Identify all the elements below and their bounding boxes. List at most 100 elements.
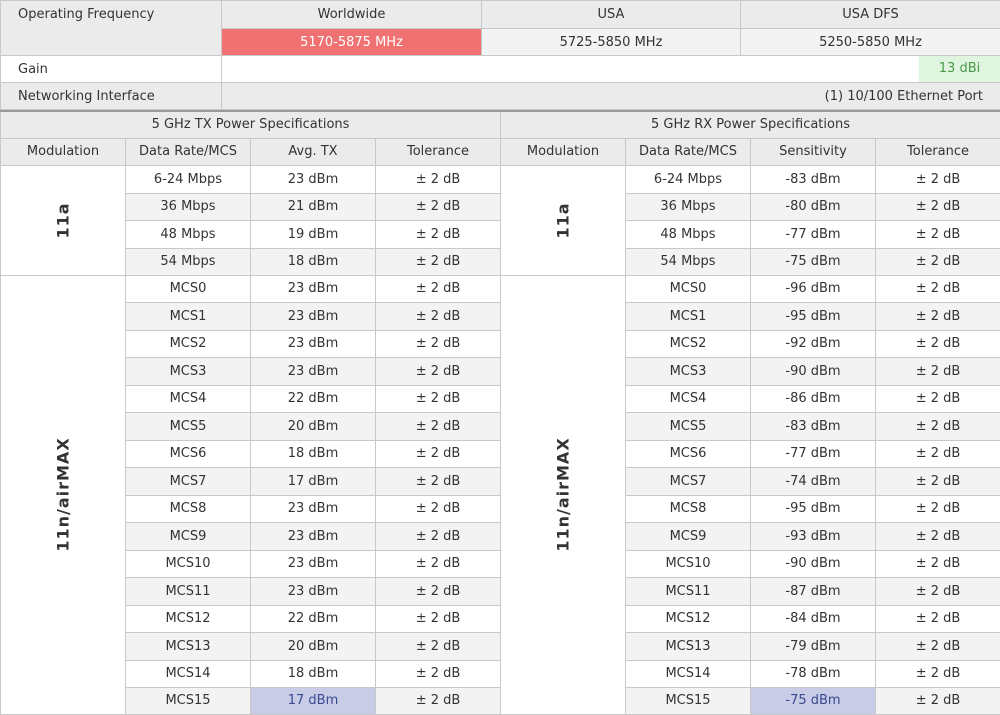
rx-modulation-header: Modulation [500,137,626,166]
rx-rate-cell: MCS12 [625,604,751,633]
rx-sensitivity-cell: -83 dBm [750,164,876,194]
tx-tolerance-cell: ± 2 dB [375,466,501,496]
gain-value: 13 dBi [919,56,1000,82]
tx-power-cell: 22 dBm [250,604,376,633]
tx-rate-cell: MCS6 [125,439,251,468]
tx-tolerance-cell: ± 2 dB [375,521,501,551]
rx-sensitivity-cell: -77 dBm [750,219,876,249]
table-row: 36 Mbps 21 dBm ± 2 dB 36 Mbps -80 dBm ± 2 dB [1,192,1000,221]
rx-rate-cell: 54 Mbps [625,247,751,276]
tx-power-cell: 18 dBm [250,247,376,276]
tx-tolerance-cell: ± 2 dB [375,439,501,468]
tx-modulation-header: Modulation [0,137,126,166]
power-spec-table: 5 GHz TX Power Specifications 5 GHz RX P… [0,110,1000,715]
rx-rate-cell: MCS13 [625,631,751,661]
tx-rate-cell: 6-24 Mbps [125,164,251,194]
tx-power-cell: 23 dBm [250,301,376,331]
tx-rate-cell: MCS4 [125,384,251,413]
rx-rate-cell: MCS2 [625,329,751,358]
table-row: 11a 6-24 Mbps 23 dBm ± 2 dB 11a 6-24 Mbps -83 … [0,164,1000,276]
table-row: MCS3 23 dBm ± 2 dB MCS3 -90 dBm ± 2 dB [1,356,1000,386]
rx-sensitivity-cell: -77 dBm [750,439,876,468]
tx-tolerance-cell: ± 2 dB [375,659,501,688]
tx-rate-cell: MCS8 [125,494,251,523]
tx-tolerance-header: Tolerance [375,137,501,166]
rx-sensitivity-cell: -90 dBm [750,549,876,578]
rx-rate-cell: MCS9 [625,521,751,551]
rx-title: 5 GHz RX Power Specifications [499,110,1000,139]
rx-sensitivity-cell: -83 dBm [750,411,876,441]
table-row: MCS7 17 dBm ± 2 dB MCS7 -74 dBm ± 2 dB [1,466,1000,496]
tx-power-cell: 20 dBm [250,411,376,441]
table-row: MCS8 23 dBm ± 2 dB MCS8 -95 dBm ± 2 dB [1,494,1000,523]
rx-tolerance-cell: ± 2 dB [874,466,1000,496]
rx-11a-group: 11a [500,164,626,276]
rx-rate-header: Data Rate/MCS [625,137,751,166]
tx-tolerance-cell: ± 2 dB [375,274,501,303]
tx-tolerance-cell: ± 2 dB [375,164,501,194]
tx-rate-cell: MCS11 [125,576,251,606]
rx-sensitivity-cell: -86 dBm [750,384,876,413]
rx-rate-cell: 48 Mbps [625,219,751,249]
rx-rate-cell: MCS6 [625,439,751,468]
rx-rate-cell: MCS11 [625,576,751,606]
rx-tolerance-cell: ± 2 dB [874,631,1000,661]
rx-sensitivity-cell: -96 dBm [750,274,876,303]
tx-tolerance-cell: ± 2 dB [375,247,501,276]
rx-rate-cell: MCS5 [625,411,751,441]
rx-11a-group-label: 11a [553,201,573,239]
rx-tolerance-cell: ± 2 dB [874,247,1000,276]
table-row: MCS6 18 dBm ± 2 dB MCS6 -77 dBm ± 2 dB [1,439,1000,468]
rx-tolerance-cell: ± 2 dB [874,439,1000,468]
tx-power-cell: 18 dBm [250,439,376,468]
rx-tolerance-cell: ± 2 dB [874,384,1000,413]
table-row: MCS2 23 dBm ± 2 dB MCS2 -92 dBm ± 2 dB [1,329,1000,358]
rx-rate-cell: MCS7 [625,466,751,496]
tx-tolerance-cell: ± 2 dB [375,494,501,523]
rx-tolerance-cell: ± 2 dB [874,356,1000,386]
tx-rate-cell: MCS15 [125,686,251,715]
rx-rate-cell: MCS0 [625,274,751,303]
tx-tolerance-cell: ± 2 dB [375,329,501,358]
table-row: MCS1 23 dBm ± 2 dB MCS1 -95 dBm ± 2 dB [1,301,1000,331]
networking-interface-value: (1) 10/100 Ethernet Port [221,82,1000,110]
tx-power-cell: 23 dBm [250,274,376,303]
rx-sensitivity-cell: -79 dBm [750,631,876,661]
gain-label: Gain [0,55,222,83]
table-row: MCS9 23 dBm ± 2 dB MCS9 -93 dBm ± 2 dB [1,521,1000,551]
tx-power-cell: 23 dBm [250,356,376,386]
rx-sensitivity-cell: -95 dBm [750,301,876,331]
tx-power-cell: 22 dBm [250,384,376,413]
tx-tolerance-cell: ± 2 dB [375,411,501,441]
rx-tolerance-cell: ± 2 dB [874,164,1000,194]
tx-tolerance-cell: ± 2 dB [375,604,501,633]
tx-rate-cell: MCS7 [125,466,251,496]
tx-power-cell: 21 dBm [250,192,376,221]
tx-power-cell: 19 dBm [250,219,376,249]
rx-sensitivity-cell: -87 dBm [750,576,876,606]
tx-power-cell: 20 dBm [250,631,376,661]
rx-rate-cell: MCS14 [625,659,751,688]
tx-rate-cell: MCS13 [125,631,251,661]
tx-rate-cell: MCS9 [125,521,251,551]
tx-power-cell: 18 dBm [250,659,376,688]
tx-11n-group: 11n/airMAX [0,274,126,715]
tx-tolerance-cell: ± 2 dB [375,576,501,606]
rx-tolerance-cell: ± 2 dB [874,686,1000,715]
table-row: MCS15 17 dBm ± 2 dB MCS15 -75 dBm ± 2 dB [1,686,1000,715]
rx-sensitivity-cell: -92 dBm [750,329,876,358]
tx-tolerance-cell: ± 2 dB [375,356,501,386]
tx-tolerance-cell: ± 2 dB [375,301,501,331]
usa-value: 5725-5850 MHz [481,28,741,56]
table-row: MCS5 20 dBm ± 2 dB MCS5 -83 dBm ± 2 dB [1,411,1000,441]
rx-rate-cell: MCS3 [625,356,751,386]
rx-sensitivity-cell: -75 dBm [750,247,876,276]
table-row: MCS11 23 dBm ± 2 dB MCS11 -87 dBm ± 2 dB [1,576,1000,606]
tx-rate-cell: MCS1 [125,301,251,331]
rx-rate-cell: MCS10 [625,549,751,578]
table-row: 11n/airMAX MCS0 23 dBm ± 2 dB 11n/airMAX MCS0… [0,274,1000,715]
rx-sensitivity-cell: -78 dBm [750,659,876,688]
rx-tolerance-cell: ± 2 dB [874,329,1000,358]
rx-rate-cell: MCS8 [625,494,751,523]
rx-tolerance-cell: ± 2 dB [874,576,1000,606]
